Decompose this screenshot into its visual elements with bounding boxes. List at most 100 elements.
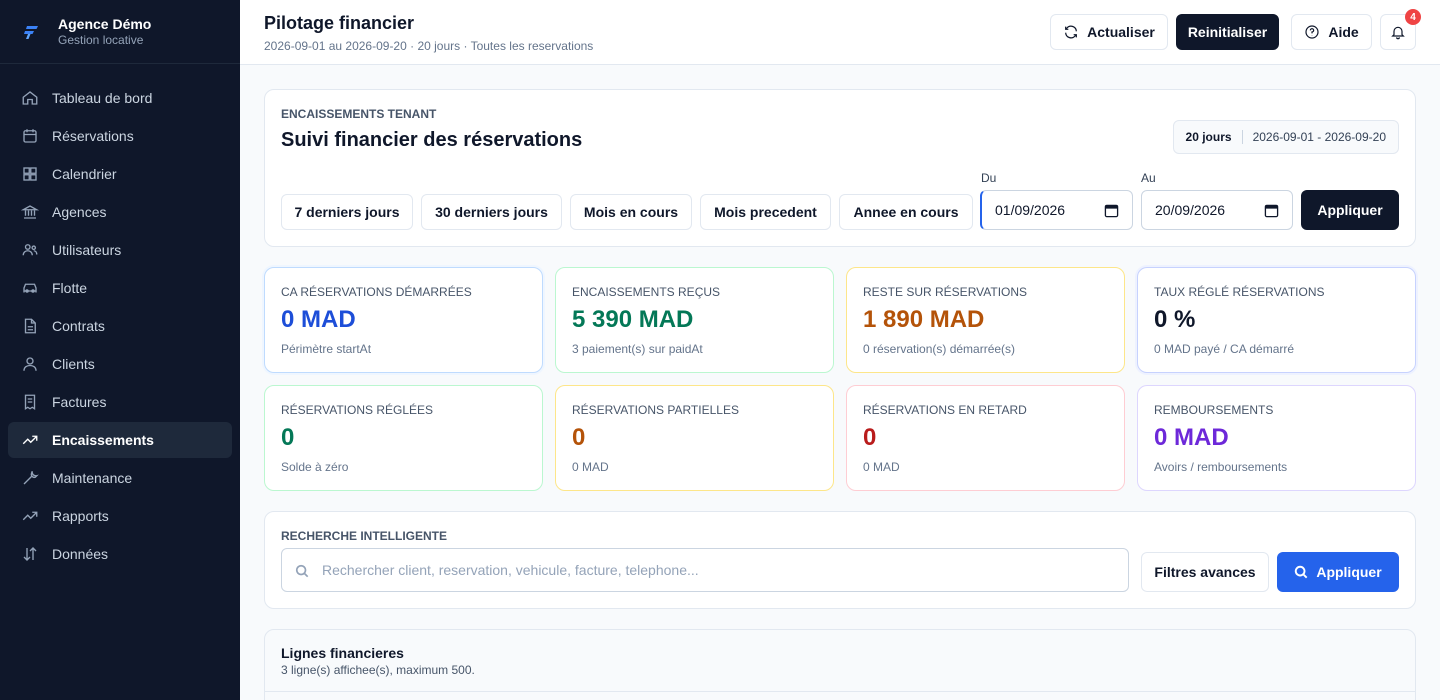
kpi-label: TAUX RÉGLÉ RÉSERVATIONS — [1154, 285, 1325, 299]
kpi-label: RÉSERVATIONS PARTIELLES — [572, 403, 739, 417]
kpi-value: 5 390 MAD — [572, 306, 694, 333]
calendar-picker-icon[interactable] — [1264, 203, 1279, 218]
document-icon — [20, 316, 40, 336]
apply-date-range-button[interactable]: Appliquer — [1301, 190, 1399, 230]
sidebar-item-utilisateurs[interactable]: Utilisateurs — [8, 232, 232, 268]
refresh-button[interactable]: Actualiser — [1050, 14, 1168, 50]
sidebar-item-label: Maintenance — [52, 470, 133, 486]
sidebar-item-label: Encaissements — [52, 432, 154, 448]
wrench-icon — [20, 468, 40, 488]
sidebar-item-label: Flotte — [52, 280, 88, 296]
bell-icon — [1391, 26, 1405, 40]
kpi-card: RÉSERVATIONS RÉGLÉES 0 Solde à zéro — [264, 385, 543, 491]
to-date-input[interactable]: 20/09/2026 — [1141, 190, 1293, 230]
trending-up-icon — [20, 430, 40, 450]
quick-range-current-month[interactable]: Mois en cours — [570, 194, 692, 230]
kpi-subtext: 0 MAD — [572, 460, 609, 474]
filters-kicker: ENCAISSEMENTS TENANT — [281, 107, 437, 121]
kpi-value: 1 890 MAD — [863, 306, 985, 333]
financial-lines-card: Lignes financieres 3 ligne(s) affichee(s… — [264, 629, 1416, 700]
kpi-label: RESTE SUR RÉSERVATIONS — [863, 285, 1028, 299]
search-icon — [1295, 565, 1308, 579]
sidebar-item-encaissements[interactable]: Encaissements — [8, 422, 232, 458]
brand-name: Agence Démo — [58, 15, 152, 32]
kpi-value: 0 — [572, 424, 586, 451]
kpi-label: CA RÉSERVATIONS DÉMARRÉES — [281, 285, 472, 299]
kpi-subtext: 0 réservation(s) démarrée(s) — [863, 342, 1016, 356]
sidebar-item-calendrier[interactable]: Calendrier — [8, 156, 232, 192]
quick-range-7-days[interactable]: 7 derniers jours — [281, 194, 413, 230]
calendar-icon — [20, 126, 40, 146]
bank-icon — [20, 202, 40, 222]
from-date-value: 01/09/2026 — [995, 202, 1066, 218]
sidebar-item-clients[interactable]: Clients — [8, 346, 232, 382]
to-date-value: 20/09/2026 — [1155, 202, 1226, 218]
sidebar-nav: Tableau de bord Réservations Calendrier … — [0, 64, 240, 572]
range-days: 20 jours — [1185, 130, 1232, 144]
search-card: RECHERCHE INTELLIGENTE Rechercher client… — [264, 511, 1416, 609]
kpi-label: RÉSERVATIONS RÉGLÉES — [281, 403, 434, 417]
kpi-subtext: Solde à zéro — [281, 460, 349, 474]
sidebar-item-factures[interactable]: Factures — [8, 384, 232, 420]
sidebar-item-label: Contrats — [52, 318, 105, 334]
brand-subtitle: Gestion locative — [58, 32, 144, 47]
kpi-value: 0 — [863, 424, 877, 451]
help-label: Aide — [1328, 24, 1359, 40]
quick-range-current-year[interactable]: Annee en cours — [839, 194, 973, 230]
search-input[interactable]: Rechercher client, reservation, vehicule… — [281, 548, 1129, 592]
sidebar-item-label: Données — [52, 546, 109, 562]
sidebar-item-rapports[interactable]: Rapports — [8, 498, 232, 534]
page-subtitle: 2026-09-01 au 2026-09-20 · 20 jours · To… — [264, 39, 594, 53]
kpi-subtext: Avoirs / remboursements — [1154, 460, 1288, 474]
logo-icon — [24, 25, 38, 39]
kpi-label: RÉSERVATIONS EN RETARD — [863, 403, 1027, 417]
sidebar-item-contrats[interactable]: Contrats — [8, 308, 232, 344]
kpi-card: REMBOURSEMENTS 0 MAD Avoirs / remboursem… — [1137, 385, 1416, 491]
notifications-button[interactable]: 4 — [1380, 9, 1421, 50]
car-icon — [20, 278, 40, 298]
home-icon — [20, 88, 40, 108]
from-date-label: Du — [981, 171, 997, 185]
kpi-subtext: 0 MAD payé / CA démarré — [1154, 342, 1295, 356]
invoice-icon — [20, 392, 40, 412]
range-separator — [1241, 130, 1243, 144]
sidebar-item-label: Utilisateurs — [52, 242, 122, 258]
kpi-value: 0 % — [1154, 306, 1196, 333]
filters-title: Suivi financier des réservations — [281, 129, 583, 151]
sidebar-item-label: Factures — [52, 394, 107, 410]
quick-range-30-days[interactable]: 30 derniers jours — [421, 194, 562, 230]
quick-range-previous-month[interactable]: Mois precedent — [700, 194, 831, 230]
sidebar-item-label: Agences — [52, 204, 107, 220]
from-date-input[interactable]: 01/09/2026 — [980, 190, 1133, 230]
refresh-label: Actualiser — [1087, 24, 1155, 40]
divider — [265, 691, 1415, 692]
calendar-picker-icon[interactable] — [1104, 203, 1119, 218]
kpi-card: RÉSERVATIONS EN RETARD 0 0 MAD — [846, 385, 1125, 491]
chart-line-icon — [20, 506, 40, 526]
help-button[interactable]: Aide — [1291, 14, 1372, 50]
kpi-subtext: Périmètre startAt — [281, 342, 372, 356]
search-apply-button[interactable]: Appliquer — [1277, 552, 1399, 592]
advanced-filters-button[interactable]: Filtres avances — [1141, 552, 1269, 592]
kpi-value: 0 MAD — [1154, 424, 1229, 451]
search-placeholder: Rechercher client, reservation, vehicule… — [322, 562, 699, 578]
sidebar-item-reservations[interactable]: Réservations — [8, 118, 232, 154]
financial-lines-title: Lignes financieres — [281, 645, 404, 661]
user-icon — [20, 354, 40, 374]
sidebar-item-agences[interactable]: Agences — [8, 194, 232, 230]
users-icon — [20, 240, 40, 260]
reset-button[interactable]: Reinitialiser — [1176, 14, 1279, 50]
range-summary: 20 jours 2026-09-01 - 2026-09-20 — [1172, 120, 1399, 154]
sidebar-item-label: Rapports — [52, 508, 109, 524]
sidebar-item-donnees[interactable]: Données — [8, 536, 232, 572]
sidebar-item-label: Calendrier — [52, 166, 117, 182]
search-icon — [295, 564, 309, 578]
sidebar-item-flotte[interactable]: Flotte — [8, 270, 232, 306]
kpi-subtext: 0 MAD — [863, 460, 900, 474]
brand[interactable]: Agence Démo Gestion locative — [0, 0, 240, 64]
sidebar-item-tableau-de-bord[interactable]: Tableau de bord — [8, 80, 232, 116]
range-dates: 2026-09-01 - 2026-09-20 — [1252, 130, 1386, 144]
financial-lines-subtitle: 3 ligne(s) affichee(s), maximum 500. — [281, 663, 475, 677]
sidebar: Agence Démo Gestion locative Tableau de … — [0, 0, 240, 700]
sidebar-item-maintenance[interactable]: Maintenance — [8, 460, 232, 496]
